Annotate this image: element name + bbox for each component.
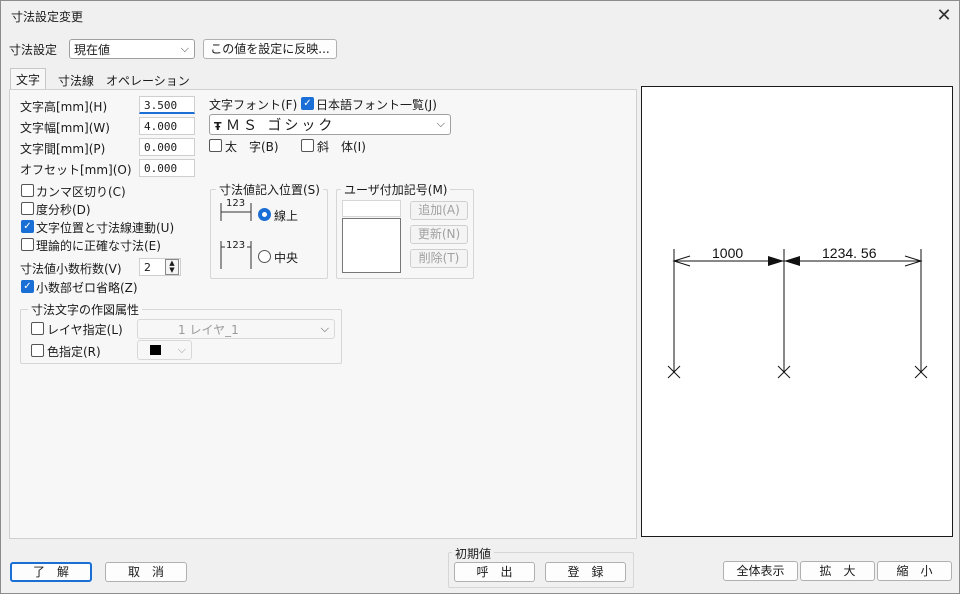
decimals-value: 2: [144, 261, 151, 274]
text-linked-label: 文字位置と寸法線連動(U): [36, 221, 175, 235]
chevron-down-icon: ⌵: [320, 322, 329, 335]
fit-all-button[interactable]: 全体表示: [723, 561, 798, 581]
text-spacing-field[interactable]: 0.000: [139, 138, 195, 156]
bold-label: 太 字(B): [225, 140, 279, 154]
cancel-button[interactable]: 取 消: [105, 562, 187, 582]
register-button[interactable]: 登 録: [545, 562, 626, 582]
dimension-preview: 1000 1234. 56: [641, 86, 953, 537]
preset-label: 寸法設定: [9, 43, 58, 57]
user-symbol-input[interactable]: [342, 200, 401, 217]
decimals-label: 寸法値小数桁数(V): [20, 262, 122, 276]
exact-dimension-label: 理論的に正確な寸法(E): [36, 239, 161, 253]
text-spacing-label: 文字間[mm](P): [20, 142, 106, 156]
dimension-preview-drawing: 1000 1234. 56: [667, 245, 928, 379]
jp-font-label: 日本語フォント一覧(J): [316, 98, 437, 112]
layer-select-value: 1 レイヤ_1: [178, 323, 239, 337]
text-width-field[interactable]: 4.000: [139, 117, 195, 135]
add-symbol-button[interactable]: 追加(A): [410, 201, 468, 220]
delete-symbol-button[interactable]: 削除(T): [410, 249, 468, 268]
preset-select-value: 現在値: [74, 43, 111, 57]
zoom-out-button[interactable]: 縮 小: [877, 561, 952, 581]
comma-separator-label: カンマ区切り(C): [36, 185, 126, 199]
offset-field[interactable]: 0.000: [139, 159, 195, 177]
on-line-radio[interactable]: [258, 208, 271, 221]
chevron-down-icon: ⌵: [180, 42, 189, 55]
italic-label: 斜 体(I): [317, 140, 366, 154]
close-icon[interactable]: ✕: [931, 5, 957, 27]
apply-to-settings-button[interactable]: この値を設定に反映...: [203, 39, 337, 59]
color-select[interactable]: ⌵: [137, 340, 192, 360]
dms-checkbox[interactable]: [21, 202, 34, 215]
color-swatch: [150, 345, 161, 355]
font-select[interactable]: Ŧ ＭＳ ゴシック ⌵: [209, 114, 451, 135]
attribute-group-title: 寸法文字の作図属性: [28, 301, 143, 318]
text-height-label: 文字高[mm](H): [20, 100, 108, 114]
tab-operation[interactable]: オペレーション: [101, 70, 195, 90]
font-label: 文字フォント(F): [209, 98, 298, 112]
layer-checkbox[interactable]: [31, 322, 44, 335]
truetype-icon: Ŧ: [214, 120, 222, 133]
tab-operation-label: オペレーション: [106, 74, 190, 88]
position-group-title: 寸法値記入位置(S): [216, 181, 323, 198]
ok-button[interactable]: 了 解: [10, 562, 92, 582]
tab-dimension-line-label: 寸法線: [58, 74, 95, 88]
center-label: 中央: [274, 251, 299, 265]
jp-font-checkbox[interactable]: ✓: [301, 97, 314, 110]
window-title: 寸法設定変更: [11, 10, 84, 24]
preset-select[interactable]: 現在値 ⌵: [69, 39, 195, 59]
bold-checkbox[interactable]: [209, 139, 222, 152]
position-sample-center: 123: [226, 240, 246, 251]
text-linked-checkbox[interactable]: ✓: [21, 220, 34, 233]
color-label: 色指定(R): [47, 345, 101, 359]
load-button[interactable]: 呼 出: [454, 562, 535, 582]
user-symbol-group-title: ユーザ付加記号(M): [341, 181, 451, 198]
tab-text-label: 文字: [16, 73, 41, 87]
dialog-window: 寸法設定変更 ✕ 寸法設定 現在値 ⌵ この値を設定に反映... 文字 寸法線 …: [0, 0, 960, 594]
title-bar: 寸法設定変更 ✕: [1, 1, 959, 31]
font-select-value: ＭＳ ゴシック: [225, 118, 336, 134]
user-symbol-list[interactable]: [342, 218, 401, 273]
chevron-down-icon: ⌵: [177, 343, 186, 356]
layer-select[interactable]: 1 レイヤ_1 ⌵: [137, 319, 335, 339]
tab-dimension-line[interactable]: 寸法線: [53, 70, 99, 90]
spin-icon[interactable]: ▲ ▼: [165, 259, 179, 275]
comma-separator-checkbox[interactable]: [21, 184, 34, 197]
offset-label: オフセット[mm](O): [20, 163, 132, 177]
omit-zero-checkbox[interactable]: ✓: [21, 280, 34, 293]
text-width-label: 文字幅[mm](W): [20, 121, 110, 135]
chevron-down-icon: ⌵: [436, 117, 445, 130]
layer-label: レイヤ指定(L): [47, 323, 123, 337]
on-line-label: 線上: [274, 209, 299, 223]
omit-zero-label: 小数部ゼロ省略(Z): [36, 281, 138, 295]
position-sample-online: 123: [226, 198, 246, 209]
italic-checkbox[interactable]: [301, 139, 314, 152]
update-symbol-button[interactable]: 更新(N): [410, 225, 468, 244]
dms-label: 度分秒(D): [36, 203, 91, 217]
preview-dimension-2: 1234. 56: [822, 245, 877, 261]
preview-dimension-1: 1000: [712, 245, 743, 261]
initial-value-title: 初期値: [452, 545, 495, 562]
tab-text[interactable]: 文字: [10, 68, 47, 90]
center-radio[interactable]: [258, 250, 271, 263]
exact-dimension-checkbox[interactable]: [21, 238, 34, 251]
zoom-in-button[interactable]: 拡 大: [800, 561, 875, 581]
color-checkbox[interactable]: [31, 344, 44, 357]
text-height-field[interactable]: 3.500: [139, 96, 195, 114]
